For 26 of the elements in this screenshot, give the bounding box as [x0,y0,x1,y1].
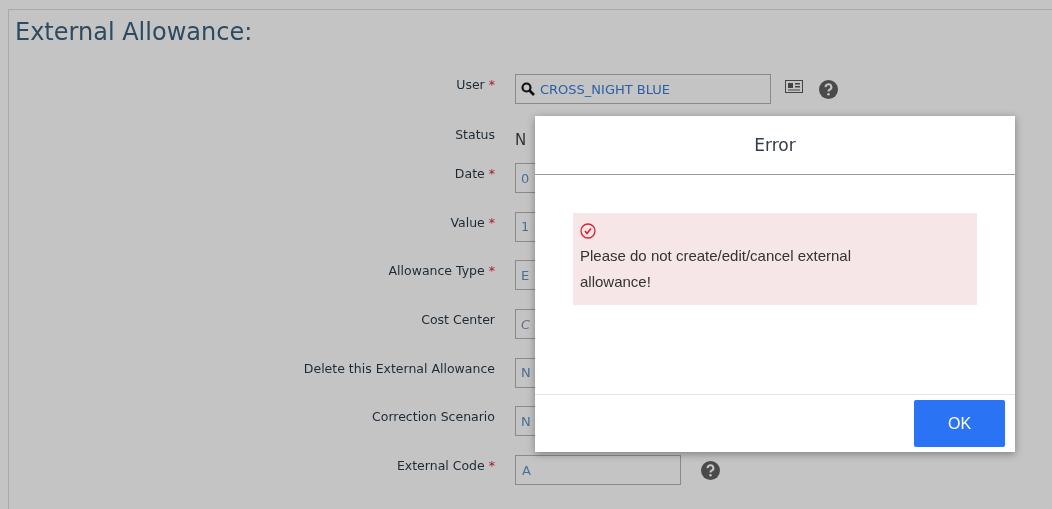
field-label: Correction Scenario [372,409,495,425]
user-field[interactable]: CROSS_NIGHT BLUE [515,74,771,104]
check-circle-icon [580,223,596,239]
field-label: Status [455,127,495,142]
input-field[interactable]: A [515,455,681,486]
field-label: Cost Center [421,312,495,328]
status-value: N [515,130,527,149]
field-label: Delete this External Allowance [303,360,495,376]
required-mark: * [488,263,495,279]
search-icon [521,82,535,96]
field-label: Allowance Type [388,263,485,279]
required-mark: * [488,214,495,230]
dialog-title: Error [754,135,796,155]
ok-button[interactable]: OK [914,400,1005,447]
field-label: Value [450,214,485,230]
error-message: Please do not create/edit/cancel external allowance! [580,246,852,292]
field-label: User [456,77,485,92]
field-label: External Code [396,458,485,474]
contact-card-icon[interactable] [785,80,803,93]
required-mark: * [488,166,495,181]
required-mark: * [488,458,495,474]
page-title: External Allowance: [15,18,253,46]
help-icon[interactable] [819,80,838,99]
help-icon[interactable] [701,461,720,481]
required-mark: * [488,77,495,92]
field-label: Date [454,166,485,181]
